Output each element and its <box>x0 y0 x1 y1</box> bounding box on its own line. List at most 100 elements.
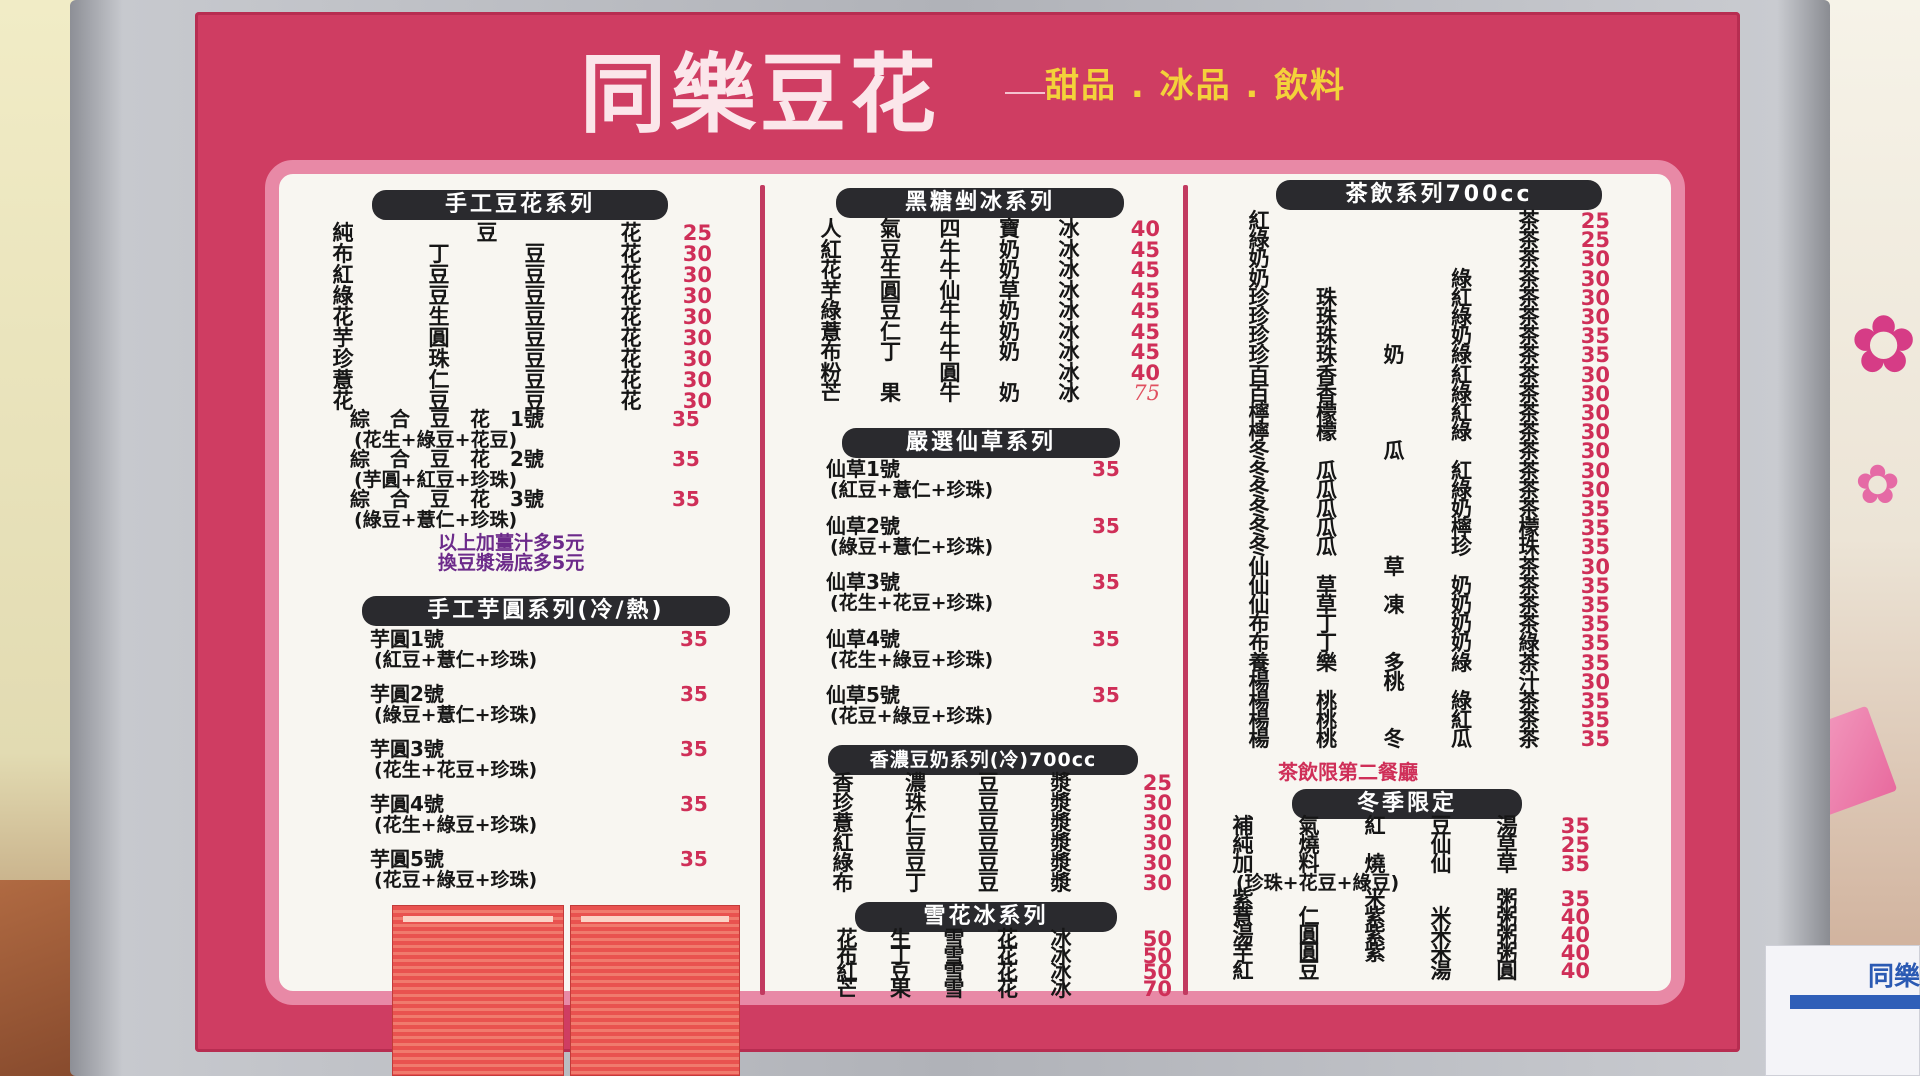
brownsugar-item-char: 氣 <box>880 217 901 241</box>
snow-item-char: 果 <box>890 976 911 1001</box>
taro-item-title: 芋圓4號 <box>370 792 444 816</box>
grassjelly-item-ingredients: (花生+綠豆+珍珠) <box>830 648 994 671</box>
grassjelly-item-title: 仙草5號 <box>826 683 900 707</box>
douhua-item-char: 紅 <box>332 263 354 287</box>
douhua-item-char: 花 <box>332 305 354 329</box>
brownsugar-item-char: 豆 <box>880 299 901 323</box>
taro-item-ingredients: (紅豆+薏仁+珍珠) <box>374 649 538 671</box>
taro-item-price: 35 <box>680 682 708 706</box>
business-card-title: 同樂 <box>1868 962 1920 992</box>
douhua-item-char: 花 <box>620 284 642 308</box>
section-header-douhua: 手工豆花系列 <box>372 190 668 220</box>
brownsugar-item-name: 綠豆牛奶冰 <box>820 300 1080 322</box>
douhua-item-char: 純 <box>332 221 354 245</box>
douhua-item-char: 圓 <box>428 326 450 350</box>
brownsugar-item-row: 花 生 牛 奶 冰 45 <box>820 258 1161 282</box>
brownsugar-item-char: 奶 <box>999 299 1020 323</box>
brownsugar-item-char: 布 <box>820 340 842 364</box>
note-soymilk-base: 換豆漿湯底多5元 <box>438 552 585 574</box>
taro-item-ingredients: (花豆+綠豆+珍珠) <box>374 869 538 891</box>
douhua-item-char: 花 <box>620 305 642 329</box>
grassjelly-item-price: 35 <box>1092 570 1120 594</box>
soymilk-item-row: 香濃豆漿 25 <box>832 772 1173 794</box>
brownsugar-item-char: 芒 <box>820 381 842 405</box>
winter-item-char: 豆 <box>1298 959 1320 983</box>
douhua-item-price: 30 <box>682 368 712 392</box>
grassjelly-item-price: 35 <box>1092 626 1120 651</box>
brownsugar-item-char: 果 <box>880 381 901 405</box>
brownsugar-item-name: 芒果牛奶冰 <box>820 382 1080 404</box>
soymilk-item-name: 布丁豆漿 <box>832 872 1072 894</box>
winter-item-price: 40 <box>1560 959 1590 983</box>
taro-item-title: 芋圓5號 <box>370 847 444 871</box>
douhua-combo-title: 綜 合 豆 花 1號 <box>350 407 544 431</box>
douhua-item-name: 薏仁豆花 <box>332 369 642 391</box>
brownsugar-item-char: 冰 <box>1058 340 1080 364</box>
tea-note: 茶飲限第二餐廳 <box>1278 760 1418 784</box>
douhua-item-name: 花生豆花 <box>332 306 642 328</box>
douhua-item-price: 30 <box>682 284 712 308</box>
winter-item-row: 紅 豆 湯 圓 40 <box>1232 959 1591 983</box>
grassjelly-item-ingredients: (花豆+綠豆+珍珠) <box>830 705 994 727</box>
taro-item-title: 芋圓3號 <box>370 737 444 761</box>
douhua-item-price: 30 <box>682 242 712 266</box>
douhua-item-char: 丁 <box>428 242 450 266</box>
douhua-item-char: 芋 <box>332 326 354 350</box>
grassjelly-item-ingredients: (綠豆+薏仁+珍珠) <box>830 535 994 558</box>
taro-item-price: 35 <box>680 737 708 761</box>
soymilk-item-row: 紅豆豆漿 30 <box>832 832 1173 854</box>
douhua-item-char: 花 <box>620 242 642 266</box>
brownsugar-item-name: 花生牛奶冰 <box>820 259 1080 281</box>
douhua-item-char: 珠 <box>428 347 450 371</box>
douhua-combo-price: 35 <box>672 487 700 511</box>
snow-item-char: 芒 <box>836 976 858 1001</box>
douhua-item-row: 紅 豆 豆 花 30 <box>332 264 713 286</box>
brownsugar-item-char: 冰 <box>1058 299 1080 323</box>
brownsugar-item-char: 奶 <box>999 258 1020 282</box>
column-divider-1 <box>760 185 765 995</box>
winter-item-char: 湯 <box>1430 959 1452 983</box>
brownsugar-item-char: 牛 <box>939 340 961 364</box>
tea-item-char: 瓜 <box>1451 727 1472 752</box>
brownsugar-item-row: 粉圓冰 40 <box>820 362 1161 384</box>
douhua-item-char: 豆 <box>524 284 546 308</box>
douhua-item-char: 花 <box>620 221 642 245</box>
douhua-item-char: 豆 <box>428 284 450 308</box>
douhua-combo-price: 35 <box>672 407 700 431</box>
tea-item-price: 35 <box>1580 727 1610 752</box>
douhua-item-char: 豆 <box>524 242 546 266</box>
brownsugar-item-char: 人 <box>820 217 842 241</box>
douhua-item-char: 豆 <box>524 326 546 350</box>
douhua-item-name: 紅豆豆花 <box>332 264 642 286</box>
taro-item-price: 35 <box>680 792 708 816</box>
brownsugar-item-char: 冰 <box>1058 258 1080 282</box>
douhua-item-char: 豆 <box>476 221 498 245</box>
snow-item-price: 70 <box>1142 976 1172 1001</box>
note-ginger: 以上加薑汁多5元 <box>438 532 585 554</box>
section-header-brownsugar: 黑糖剉冰系列 <box>836 188 1124 218</box>
taro-item-ingredients: (綠豆+薏仁+珍珠) <box>374 704 538 726</box>
business-card-strip <box>1790 995 1920 1009</box>
douhua-combo-price: 35 <box>672 447 700 471</box>
brownsugar-item-price: 45 <box>1130 258 1160 282</box>
tea-item-row: 楊 桃 冬 瓜 茶 35 <box>1248 727 1611 752</box>
taro-item-price: 35 <box>680 847 708 871</box>
winter-item-char: 紅 <box>1232 959 1254 983</box>
soymilk-item-char: 漿 <box>1050 871 1072 895</box>
brownsugar-item-char: 冰 <box>1058 381 1080 405</box>
brownsugar-item-char: 生 <box>880 258 901 282</box>
brownsugar-item-name: 布丁牛奶冰 <box>820 341 1080 363</box>
douhua-item-char: 花 <box>620 326 642 350</box>
tea-item-char: 茶 <box>1518 727 1540 752</box>
soymilk-item-char: 丁 <box>905 871 927 895</box>
douhua-item-name: 純豆花 <box>332 222 642 244</box>
soymilk-item-row: 珍珠豆漿 30 <box>832 792 1173 814</box>
douhua-item-char: 豆 <box>428 263 450 287</box>
brownsugar-item-char: 丁 <box>880 340 901 364</box>
brownsugar-item-price: 45 <box>1130 340 1160 364</box>
douhua-item-char: 綠 <box>332 284 354 308</box>
brownsugar-item-price: 75 <box>1133 381 1160 405</box>
douhua-item-char: 豆 <box>524 368 546 392</box>
brownsugar-item-name: 人氣四寶冰 <box>820 218 1080 240</box>
douhua-item-name: 芋圓豆花 <box>332 327 642 349</box>
